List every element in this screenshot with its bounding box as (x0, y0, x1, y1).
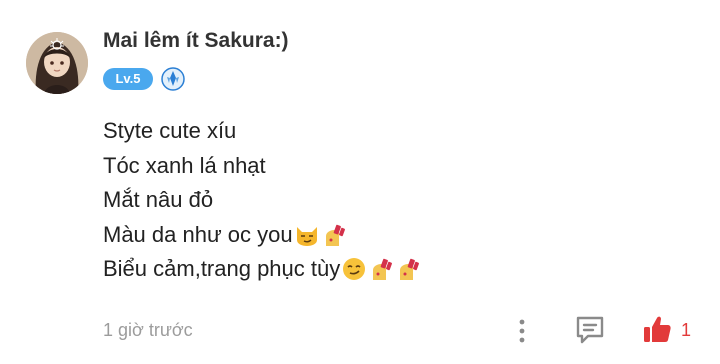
smirking-face-emoji (343, 258, 366, 281)
nail-polish-emoji (373, 259, 393, 281)
reply-bubble-icon[interactable] (574, 313, 606, 345)
timestamp: 1 giờ trước (103, 320, 193, 340)
comment-line: Tóc xanh lá nhạt (103, 149, 421, 184)
comment-line-text: Biểu cảm,trang phục tùy (103, 256, 341, 281)
comment-line-text: Styte cute xíu (103, 118, 237, 143)
more-vertical-icon[interactable] (512, 318, 532, 344)
comment-body: Styte cute xíu Tóc xanh lá nhạt Mắt nâu … (103, 114, 421, 287)
nail-polish-emoji (325, 224, 345, 246)
like-count: 1 (681, 320, 692, 340)
username[interactable]: Mai lêm ít Sakura:) (103, 29, 289, 53)
avatar[interactable] (26, 32, 88, 94)
comment-line: Mắt nâu đỏ (103, 183, 421, 218)
avatar-image (26, 32, 88, 94)
comment-line-text: Mắt nâu đỏ (103, 187, 214, 212)
comment-line: Styte cute xíu (103, 114, 421, 149)
staff-badge-icon (161, 67, 185, 91)
thumbs-up-icon[interactable] (641, 313, 673, 345)
level-badge: Lv.5 (103, 68, 153, 90)
comment-line: Biểu cảm,trang phục tùy (103, 252, 421, 287)
comment-line-text: Màu da như oc you (103, 221, 293, 247)
nail-polish-emoji (400, 259, 420, 281)
comment-line: Màu da như oc you (103, 218, 421, 253)
comment-line-text: Tóc xanh lá nhạt (103, 152, 266, 178)
smirking-cat-emoji (296, 226, 317, 246)
